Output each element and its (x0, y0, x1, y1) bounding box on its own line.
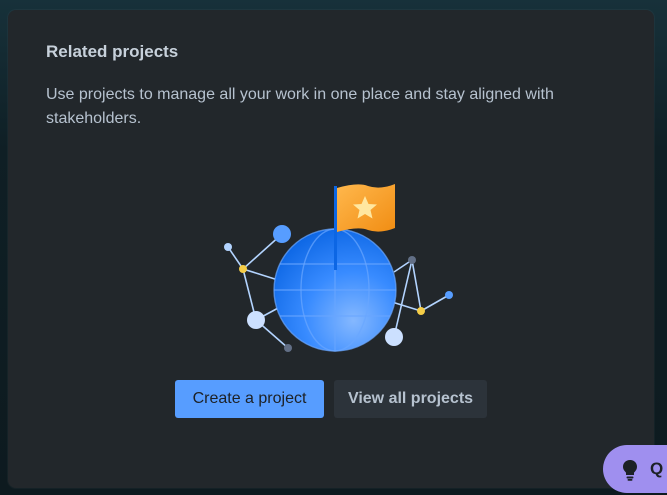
lightbulb-icon (621, 459, 639, 486)
panel-title: Related projects (46, 42, 179, 61)
fab-label: Q (650, 459, 664, 478)
related-projects-panel: Related projects Use projects to manage … (8, 10, 654, 488)
create-project-button[interactable]: Create a project (175, 380, 324, 418)
panel-description: Use projects to manage all your work in … (46, 86, 554, 127)
view-all-projects-button[interactable]: View all projects (334, 380, 487, 418)
quick-help-button[interactable]: Q (603, 445, 667, 493)
projects-globe-illustration (208, 172, 458, 357)
